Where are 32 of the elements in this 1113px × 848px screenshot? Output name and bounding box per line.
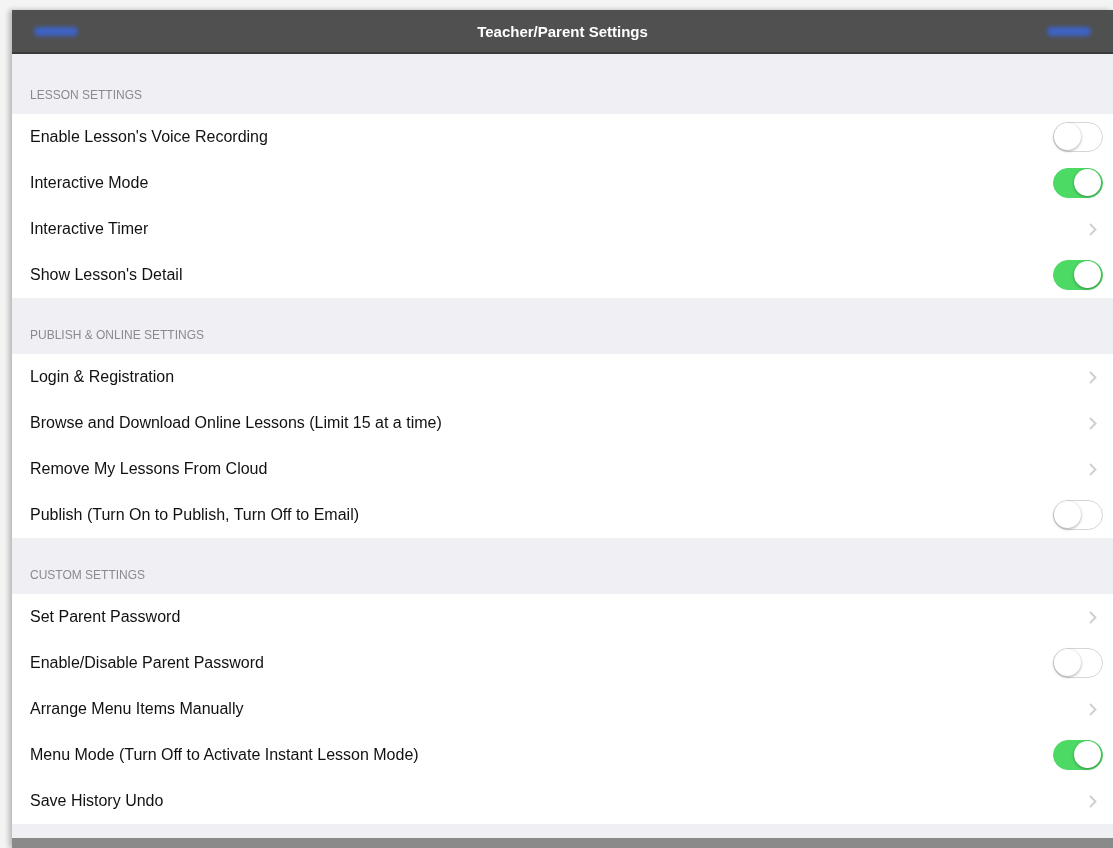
- setting-label: Remove My Lessons From Cloud: [30, 460, 268, 478]
- setting-label: Arrange Menu Items Manually: [30, 700, 244, 718]
- setting-label: Menu Mode (Turn Off to Activate Instant Lesson Mode): [30, 746, 419, 764]
- chevron-icon: [1089, 610, 1097, 624]
- toggle-switch[interactable]: [1053, 122, 1103, 152]
- setting-label: Interactive Timer: [30, 220, 149, 238]
- chevron-icon: [1089, 462, 1097, 476]
- toggle-switch[interactable]: [1053, 648, 1103, 678]
- section-header: CUSTOM SETTINGS: [30, 568, 146, 582]
- setting-label: Publish (Turn On to Publish, Turn Off to Email): [30, 506, 360, 524]
- chevron-icon: [1089, 794, 1097, 808]
- setting-label: Show Lesson's Detail: [30, 266, 183, 284]
- chevron-icon: [1089, 416, 1097, 430]
- nav-title: Teacher/Parent Settings: [477, 22, 648, 40]
- section-header: LESSON SETTINGS: [30, 88, 143, 102]
- chevron-icon: [1089, 222, 1097, 236]
- setting-label: Enable Lesson's Voice Recording: [30, 128, 268, 146]
- chevron-icon: [1089, 370, 1097, 384]
- chevron-icon: [1089, 702, 1097, 716]
- blurred-done-button[interactable]: [1047, 26, 1091, 36]
- toggle-switch[interactable]: [1053, 260, 1103, 290]
- toggle-switch[interactable]: [1053, 740, 1103, 770]
- setting-label: Login & Registration: [30, 368, 175, 386]
- setting-label: Enable/Disable Parent Password: [30, 654, 264, 672]
- section-header: PUBLISH & ONLINE SETTINGS: [30, 328, 205, 342]
- setting-label: Browse and Download Online Lessons (Limit 15 at a time): [30, 414, 442, 432]
- setting-label: Interactive Mode: [30, 174, 149, 192]
- toggle-switch[interactable]: [1053, 168, 1103, 198]
- toggle-switch[interactable]: [1053, 500, 1103, 530]
- setting-label: Save History Undo: [30, 792, 164, 810]
- blurred-back-button[interactable]: [34, 26, 78, 36]
- setting-label: Set Parent Password: [30, 608, 181, 626]
